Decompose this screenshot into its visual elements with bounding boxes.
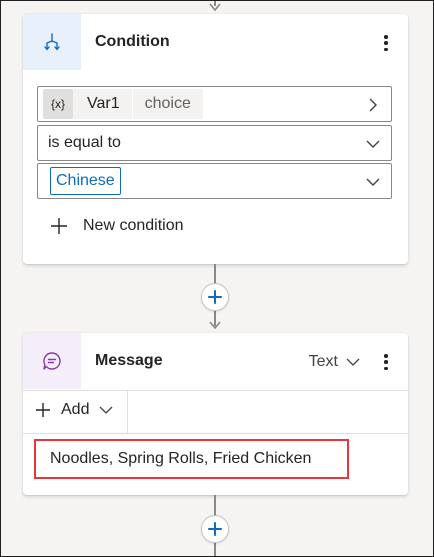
variable-icon: {x} — [43, 89, 73, 119]
chevron-down-icon — [366, 140, 380, 148]
kebab-dot — [384, 360, 388, 364]
message-icon-box — [23, 333, 81, 389]
message-type-label: Text — [308, 353, 338, 370]
condition-variable-field[interactable]: {x} Var1 choice — [37, 86, 392, 122]
add-node-button[interactable] — [201, 283, 229, 311]
condition-card: Condition {x} Var1 choice is equal to Ch… — [23, 14, 408, 264]
plus-icon — [36, 403, 50, 417]
condition-title: Condition — [95, 33, 170, 50]
message-toolbar-divider — [23, 433, 408, 434]
condition-value-dropdown[interactable]: Chinese — [37, 163, 392, 199]
plus-icon — [51, 218, 67, 234]
add-label: Add — [61, 401, 90, 418]
add-node-button[interactable] — [201, 515, 229, 543]
arrow-down-icon — [209, 3, 221, 12]
chevron-down-icon — [366, 178, 380, 186]
message-type-dropdown[interactable]: Text — [309, 353, 360, 371]
branch-icon — [44, 33, 60, 51]
add-content-button[interactable]: Add — [35, 401, 113, 419]
message-card: Message Text Add Noodles, Spring Rolls, … — [23, 333, 408, 495]
message-text-field[interactable]: Noodles, Spring Rolls, Fried Chicken — [34, 439, 349, 479]
kebab-dot — [384, 41, 388, 45]
variable-name: Var1 — [87, 95, 120, 112]
kebab-dot — [384, 35, 388, 39]
value-chip: Chinese — [50, 167, 121, 195]
condition-operator-dropdown[interactable]: is equal to — [37, 125, 392, 161]
message-more-options-button[interactable] — [378, 351, 394, 373]
condition-icon-box — [23, 14, 81, 70]
condition-more-options-button[interactable] — [378, 32, 394, 54]
variable-type: choice — [144, 95, 191, 112]
message-header-divider — [23, 390, 408, 391]
kebab-dot — [384, 366, 388, 370]
new-condition-label: New condition — [83, 217, 184, 234]
plus-icon — [208, 290, 222, 304]
new-condition-button[interactable]: New condition — [49, 216, 184, 236]
plus-icon — [208, 522, 222, 536]
chevron-right-icon — [369, 98, 377, 112]
condition-card-header: Condition — [23, 14, 408, 70]
chat-bubble-icon — [43, 352, 61, 370]
message-title: Message — [95, 352, 163, 369]
operator-value: is equal to — [48, 134, 121, 151]
message-card-header: Message Text — [23, 333, 408, 389]
kebab-dot — [384, 47, 388, 51]
kebab-dot — [384, 354, 388, 358]
toolbar-divider — [127, 391, 128, 433]
arrow-down-icon — [209, 321, 221, 330]
chevron-down-icon — [346, 358, 360, 366]
chevron-down-icon — [100, 406, 113, 414]
variable-chip: {x} Var1 choice — [43, 89, 203, 119]
